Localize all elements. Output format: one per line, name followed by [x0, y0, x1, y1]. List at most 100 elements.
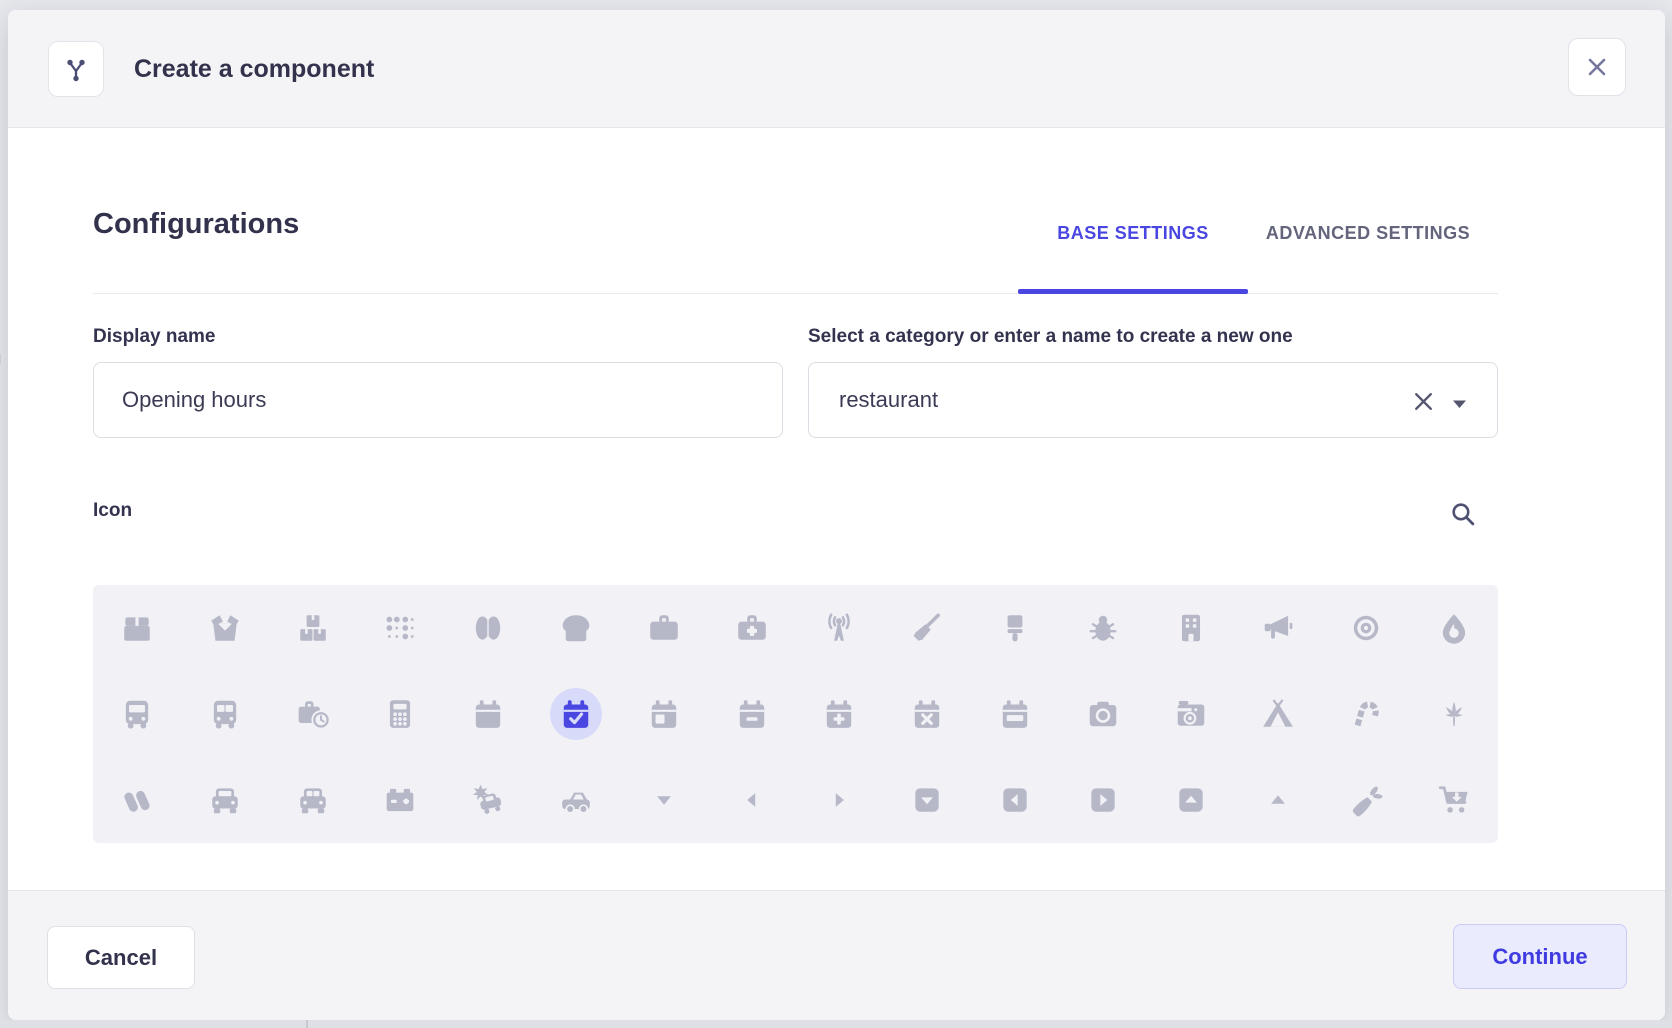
- car-alt-icon: [296, 783, 330, 817]
- braille-icon: [383, 611, 417, 645]
- category-clear-button[interactable]: [1409, 387, 1437, 415]
- bug-icon: [1086, 611, 1120, 645]
- icon-grid: [93, 585, 1498, 843]
- icon-option-cannabis[interactable]: [1410, 671, 1498, 757]
- icon-option-calendar-times[interactable]: [883, 671, 971, 757]
- calendar-week-icon: [998, 697, 1032, 731]
- icon-option-burn[interactable]: [1410, 585, 1498, 671]
- cannabis-icon: [1437, 697, 1471, 731]
- continue-button[interactable]: Continue: [1453, 924, 1627, 989]
- cancel-button[interactable]: Cancel: [47, 926, 195, 989]
- icon-option-candy-cane[interactable]: [1322, 671, 1410, 757]
- create-component-dialog: Create a component Configurations BASE S…: [8, 10, 1665, 1020]
- caret-down-icon: [647, 783, 681, 817]
- icon-search-button[interactable]: [1446, 497, 1478, 529]
- icon-option-car-crash[interactable]: [444, 757, 532, 843]
- icon-picker-label: Icon: [93, 500, 132, 522]
- bullseye-icon: [1349, 611, 1383, 645]
- carrot-icon: [1349, 783, 1383, 817]
- component-icon-badge: [48, 41, 104, 97]
- category-dropdown-button[interactable]: [1453, 396, 1469, 406]
- close-button[interactable]: [1568, 38, 1626, 96]
- burn-icon: [1437, 611, 1471, 645]
- close-icon: [1583, 53, 1611, 81]
- icon-option-bus-alt[interactable]: [181, 671, 269, 757]
- icon-option-calendar-day[interactable]: [620, 671, 708, 757]
- category-label: Select a category or enter a name to cre…: [808, 326, 1293, 348]
- caret-square-up-icon: [1174, 783, 1208, 817]
- icon-option-bread-slice[interactable]: [532, 585, 620, 671]
- icon-option-box[interactable]: [93, 585, 181, 671]
- icon-option-caret-square-right[interactable]: [1059, 757, 1147, 843]
- icon-option-camera[interactable]: [1059, 671, 1147, 757]
- dialog-footer: Cancel Continue: [8, 890, 1665, 1020]
- icon-option-calculator[interactable]: [356, 671, 444, 757]
- box-open-icon: [208, 611, 242, 645]
- icon-option-calendar-check[interactable]: [532, 671, 620, 757]
- page-backdrop: eenrt Create a component: [0, 0, 1672, 1028]
- icon-option-carrot[interactable]: [1322, 757, 1410, 843]
- calendar-times-icon: [910, 697, 944, 731]
- icon-option-calendar-minus[interactable]: [708, 671, 796, 757]
- caret-right-icon: [822, 783, 856, 817]
- icon-option-building[interactable]: [1147, 585, 1235, 671]
- icon-option-briefcase[interactable]: [620, 585, 708, 671]
- car-battery-icon: [383, 783, 417, 817]
- background-text-fragment: n: [0, 340, 2, 371]
- icon-option-broom[interactable]: [883, 585, 971, 671]
- icon-option-box-open[interactable]: [181, 585, 269, 671]
- bread-slice-icon: [559, 611, 593, 645]
- tab-base-settings[interactable]: BASE SETTINGS: [1018, 218, 1248, 248]
- icon-option-car-alt[interactable]: [269, 757, 357, 843]
- section-heading: Configurations: [93, 208, 299, 241]
- campground-icon: [1261, 697, 1295, 731]
- icon-option-broadcast-tower[interactable]: [796, 585, 884, 671]
- selected-icon-highlight: [550, 688, 602, 740]
- calculator-icon: [383, 697, 417, 731]
- icon-option-boxes-stacked[interactable]: [269, 585, 357, 671]
- component-icon: [60, 53, 92, 85]
- background-divider: [306, 1020, 308, 1028]
- icon-option-bus[interactable]: [93, 671, 181, 757]
- icon-option-caret-down[interactable]: [620, 757, 708, 843]
- camera-retro-icon: [1174, 697, 1208, 731]
- icon-option-capsules[interactable]: [93, 757, 181, 843]
- icon-option-brush[interactable]: [971, 585, 1059, 671]
- icon-option-braille[interactable]: [356, 585, 444, 671]
- tab-advanced-settings[interactable]: ADVANCED SETTINGS: [1248, 218, 1488, 248]
- display-name-input[interactable]: [94, 363, 782, 437]
- icon-option-caret-square-left[interactable]: [971, 757, 1059, 843]
- caret-square-down-icon: [910, 783, 944, 817]
- icon-option-bullseye[interactable]: [1322, 585, 1410, 671]
- business-time-icon: [296, 697, 330, 731]
- icon-option-bug[interactable]: [1059, 585, 1147, 671]
- icon-option-caret-up[interactable]: [1235, 757, 1323, 843]
- icon-option-car-battery[interactable]: [356, 757, 444, 843]
- calendar-plus-icon: [822, 697, 856, 731]
- icon-option-caret-right[interactable]: [796, 757, 884, 843]
- icon-option-caret-square-down[interactable]: [883, 757, 971, 843]
- icon-option-caret-square-up[interactable]: [1147, 757, 1235, 843]
- search-icon: [1448, 499, 1477, 528]
- icon-option-brain[interactable]: [444, 585, 532, 671]
- dialog-header: Create a component: [8, 10, 1665, 128]
- icon-option-car-side[interactable]: [532, 757, 620, 843]
- icon-option-calendar-week[interactable]: [971, 671, 1059, 757]
- icon-option-business-time[interactable]: [269, 671, 357, 757]
- icon-option-car[interactable]: [181, 757, 269, 843]
- caret-up-icon: [1261, 783, 1295, 817]
- icon-option-bullhorn[interactable]: [1235, 585, 1323, 671]
- category-select[interactable]: restaurant: [808, 362, 1498, 438]
- icon-option-cart-arrow-down[interactable]: [1410, 757, 1498, 843]
- icon-option-camera-retro[interactable]: [1147, 671, 1235, 757]
- active-tab-underline: [1018, 289, 1248, 294]
- icon-option-calendar-plus[interactable]: [796, 671, 884, 757]
- bus-icon: [120, 697, 154, 731]
- capsules-icon: [120, 783, 154, 817]
- icon-option-campground[interactable]: [1235, 671, 1323, 757]
- dialog-title: Create a component: [134, 10, 374, 128]
- icon-option-calendar[interactable]: [444, 671, 532, 757]
- icon-option-caret-left[interactable]: [708, 757, 796, 843]
- building-icon: [1174, 611, 1208, 645]
- icon-option-briefcase-medical[interactable]: [708, 585, 796, 671]
